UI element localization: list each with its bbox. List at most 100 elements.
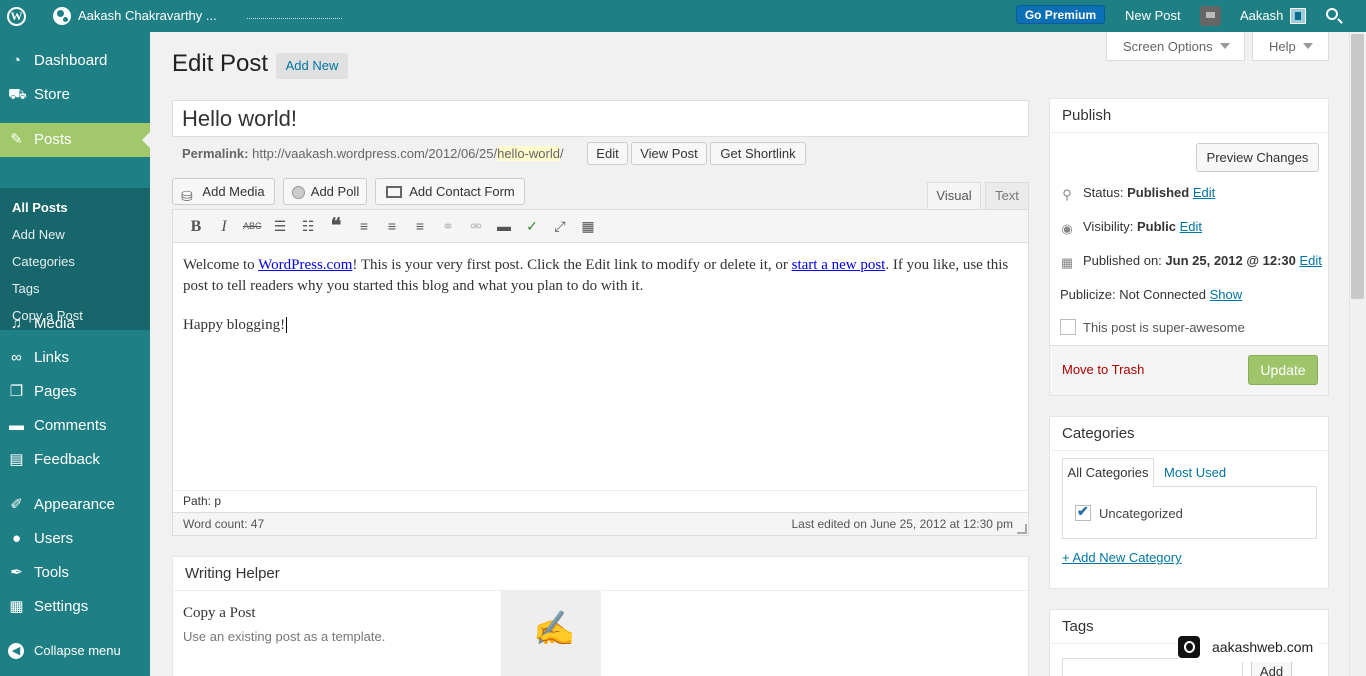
tab-all-categories[interactable]: All Categories [1062, 458, 1154, 487]
add-media-button[interactable]: ⛁ Add Media [172, 178, 275, 205]
link-icon: ∞ [11, 349, 22, 366]
super-awesome-label[interactable]: This post is super-awesome [1083, 320, 1245, 336]
status-label: Status: [1083, 185, 1124, 200]
writing-helper-title[interactable]: Writing Helper [173, 557, 1028, 591]
submenu-all-posts[interactable]: All Posts [12, 199, 68, 217]
tab-text[interactable]: Text [985, 182, 1029, 210]
avatar[interactable] [1290, 8, 1306, 24]
publish-title[interactable]: Publish [1050, 99, 1328, 133]
insert-link-icon[interactable]: ⚭ [439, 218, 457, 235]
update-button[interactable]: Update [1248, 355, 1318, 385]
uncategorized-checkbox[interactable]: ✔ [1075, 503, 1091, 521]
get-shortlink-button[interactable]: Get Shortlink [710, 142, 806, 165]
sidebar-item-comments[interactable]: ▬ Comments [0, 409, 150, 443]
blockquote-icon[interactable]: ❝ [327, 216, 345, 236]
submenu-tags[interactable]: Tags [12, 280, 39, 298]
fullscreen-icon[interactable]: ⤢ [551, 218, 569, 235]
start-new-post-link[interactable]: start a new post [792, 257, 886, 273]
screen-options-button[interactable]: Screen Options [1106, 32, 1245, 61]
sidebar-item-appearance[interactable]: ✐ Appearance [0, 488, 150, 522]
permalink-slug[interactable]: hello-world [497, 146, 560, 161]
bullet-list-icon[interactable]: ☰ [271, 218, 289, 235]
add-contact-form-button[interactable]: Add Contact Form [375, 178, 525, 205]
watermark-text: aakashweb.com [1212, 639, 1314, 655]
tab-most-used[interactable]: Most Used [1164, 459, 1226, 487]
sidebar-item-users[interactable]: ● Users [0, 522, 150, 556]
read-more-icon[interactable]: ▬ [495, 218, 513, 235]
submenu-categories[interactable]: Categories [12, 253, 75, 271]
sidebar-item-pages[interactable]: ❐ Pages [0, 375, 150, 409]
notifications-icon[interactable] [1200, 6, 1221, 26]
categories-box: Categories All Categories Most Used ✔ Un… [1049, 416, 1329, 589]
align-center-icon[interactable]: ≡ [383, 218, 401, 235]
align-right-icon[interactable]: ≡ [411, 218, 429, 235]
brush-icon: ✐ [10, 496, 23, 513]
sidebar-item-media[interactable]: ♫ Media [0, 307, 150, 341]
spellcheck-icon[interactable]: ✓ [523, 218, 541, 235]
add-poll-button[interactable]: Add Poll [283, 178, 367, 205]
settings-icon: ▦ [9, 598, 24, 615]
numbered-list-icon[interactable]: ☷ [299, 218, 317, 235]
comment-icon: ▬ [9, 417, 24, 434]
add-contact-form-label: Add Contact Form [409, 184, 515, 199]
sidebar-item-feedback[interactable]: ▤ Feedback [0, 443, 150, 477]
wordpress-logo-icon[interactable]: W [7, 7, 26, 26]
preview-changes-button[interactable]: Preview Changes [1196, 143, 1319, 172]
resize-handle-icon[interactable] [1017, 524, 1027, 534]
move-to-trash-link[interactable]: Move to Trash [1062, 362, 1144, 378]
tab-visual[interactable]: Visual [927, 182, 981, 210]
copy-a-post-title[interactable]: Copy a Post [183, 605, 256, 622]
view-post-button[interactable]: View Post [631, 142, 707, 165]
add-new-button[interactable]: Add New [276, 53, 348, 79]
super-awesome-checkbox[interactable] [1060, 319, 1076, 335]
categories-title[interactable]: Categories [1050, 417, 1328, 451]
edit-date-link[interactable]: Edit [1300, 253, 1322, 268]
align-left-icon[interactable]: ≡ [355, 218, 373, 235]
category-list: ✔ Uncategorized [1062, 486, 1317, 539]
writing-helper-box: Writing Helper Copy a Post Use an existi… [172, 556, 1029, 676]
strikethrough-icon[interactable]: ABC [243, 218, 262, 235]
unlink-icon[interactable]: ⚮ [467, 218, 485, 235]
publicize-value: Not Connected [1119, 287, 1206, 302]
user-name-link[interactable]: Aakash [1240, 0, 1283, 32]
go-premium-button[interactable]: Go Premium [1016, 5, 1105, 24]
sidebar-item-dashboard[interactable]: ◔ Dashboard [0, 44, 150, 78]
sidebar-item-posts[interactable]: ✎ Posts [0, 123, 150, 157]
text: ! This is your very first post. Click th… [352, 257, 792, 273]
show-publicize-link[interactable]: Show [1210, 287, 1243, 302]
permalink-end: / [559, 146, 564, 161]
search-icon[interactable] [1326, 8, 1338, 20]
bold-icon[interactable]: B [187, 218, 205, 235]
copy-post-illustration[interactable]: ✍ [501, 591, 601, 676]
page-title: Edit Post [172, 50, 269, 77]
editor-content[interactable]: Welcome to WordPress.com! This is your v… [183, 255, 1023, 336]
collapse-menu-button[interactable]: ◀ Collapse menu [0, 634, 150, 668]
word-count-bar: Word count: 47 Last edited on June 25, 2… [173, 512, 1028, 535]
kitchen-sink-icon[interactable]: ▦ [579, 218, 597, 235]
site-tagline-field[interactable] [247, 18, 342, 19]
new-post-link[interactable]: New Post [1125, 0, 1181, 32]
submenu-add-new[interactable]: Add New [12, 226, 65, 244]
wordpress-link[interactable]: WordPress.com [258, 257, 352, 273]
cart-icon: ⛟ [8, 86, 27, 103]
scrollbar-thumb[interactable] [1351, 34, 1364, 299]
site-name-link[interactable]: Aakash Chakravarthy ... [78, 0, 217, 32]
user-icon: ● [11, 530, 22, 547]
italic-icon[interactable]: I [215, 218, 233, 235]
word-count: Word count: 47 [183, 517, 265, 531]
sidebar-item-label: Posts [34, 131, 72, 148]
edit-permalink-button[interactable]: Edit [587, 142, 628, 165]
sidebar-item-settings[interactable]: ▦ Settings [0, 590, 150, 624]
globe-icon[interactable] [53, 7, 71, 25]
edit-visibility-link[interactable]: Edit [1180, 219, 1202, 234]
sidebar-item-tools[interactable]: ✒ Tools [0, 556, 150, 590]
sidebar-item-store[interactable]: ⛟ Store [0, 78, 150, 112]
collapse-arrow-icon: ◀ [8, 643, 24, 659]
sidebar-item-links[interactable]: ∞ Links [0, 341, 150, 375]
post-title-input[interactable]: Hello world! [172, 100, 1029, 137]
help-button[interactable]: Help [1252, 32, 1329, 61]
category-uncategorized[interactable]: Uncategorized [1099, 506, 1183, 521]
aakashweb-logo-icon [1178, 636, 1200, 658]
add-new-category-link[interactable]: + Add New Category [1062, 550, 1182, 565]
edit-status-link[interactable]: Edit [1193, 185, 1215, 200]
